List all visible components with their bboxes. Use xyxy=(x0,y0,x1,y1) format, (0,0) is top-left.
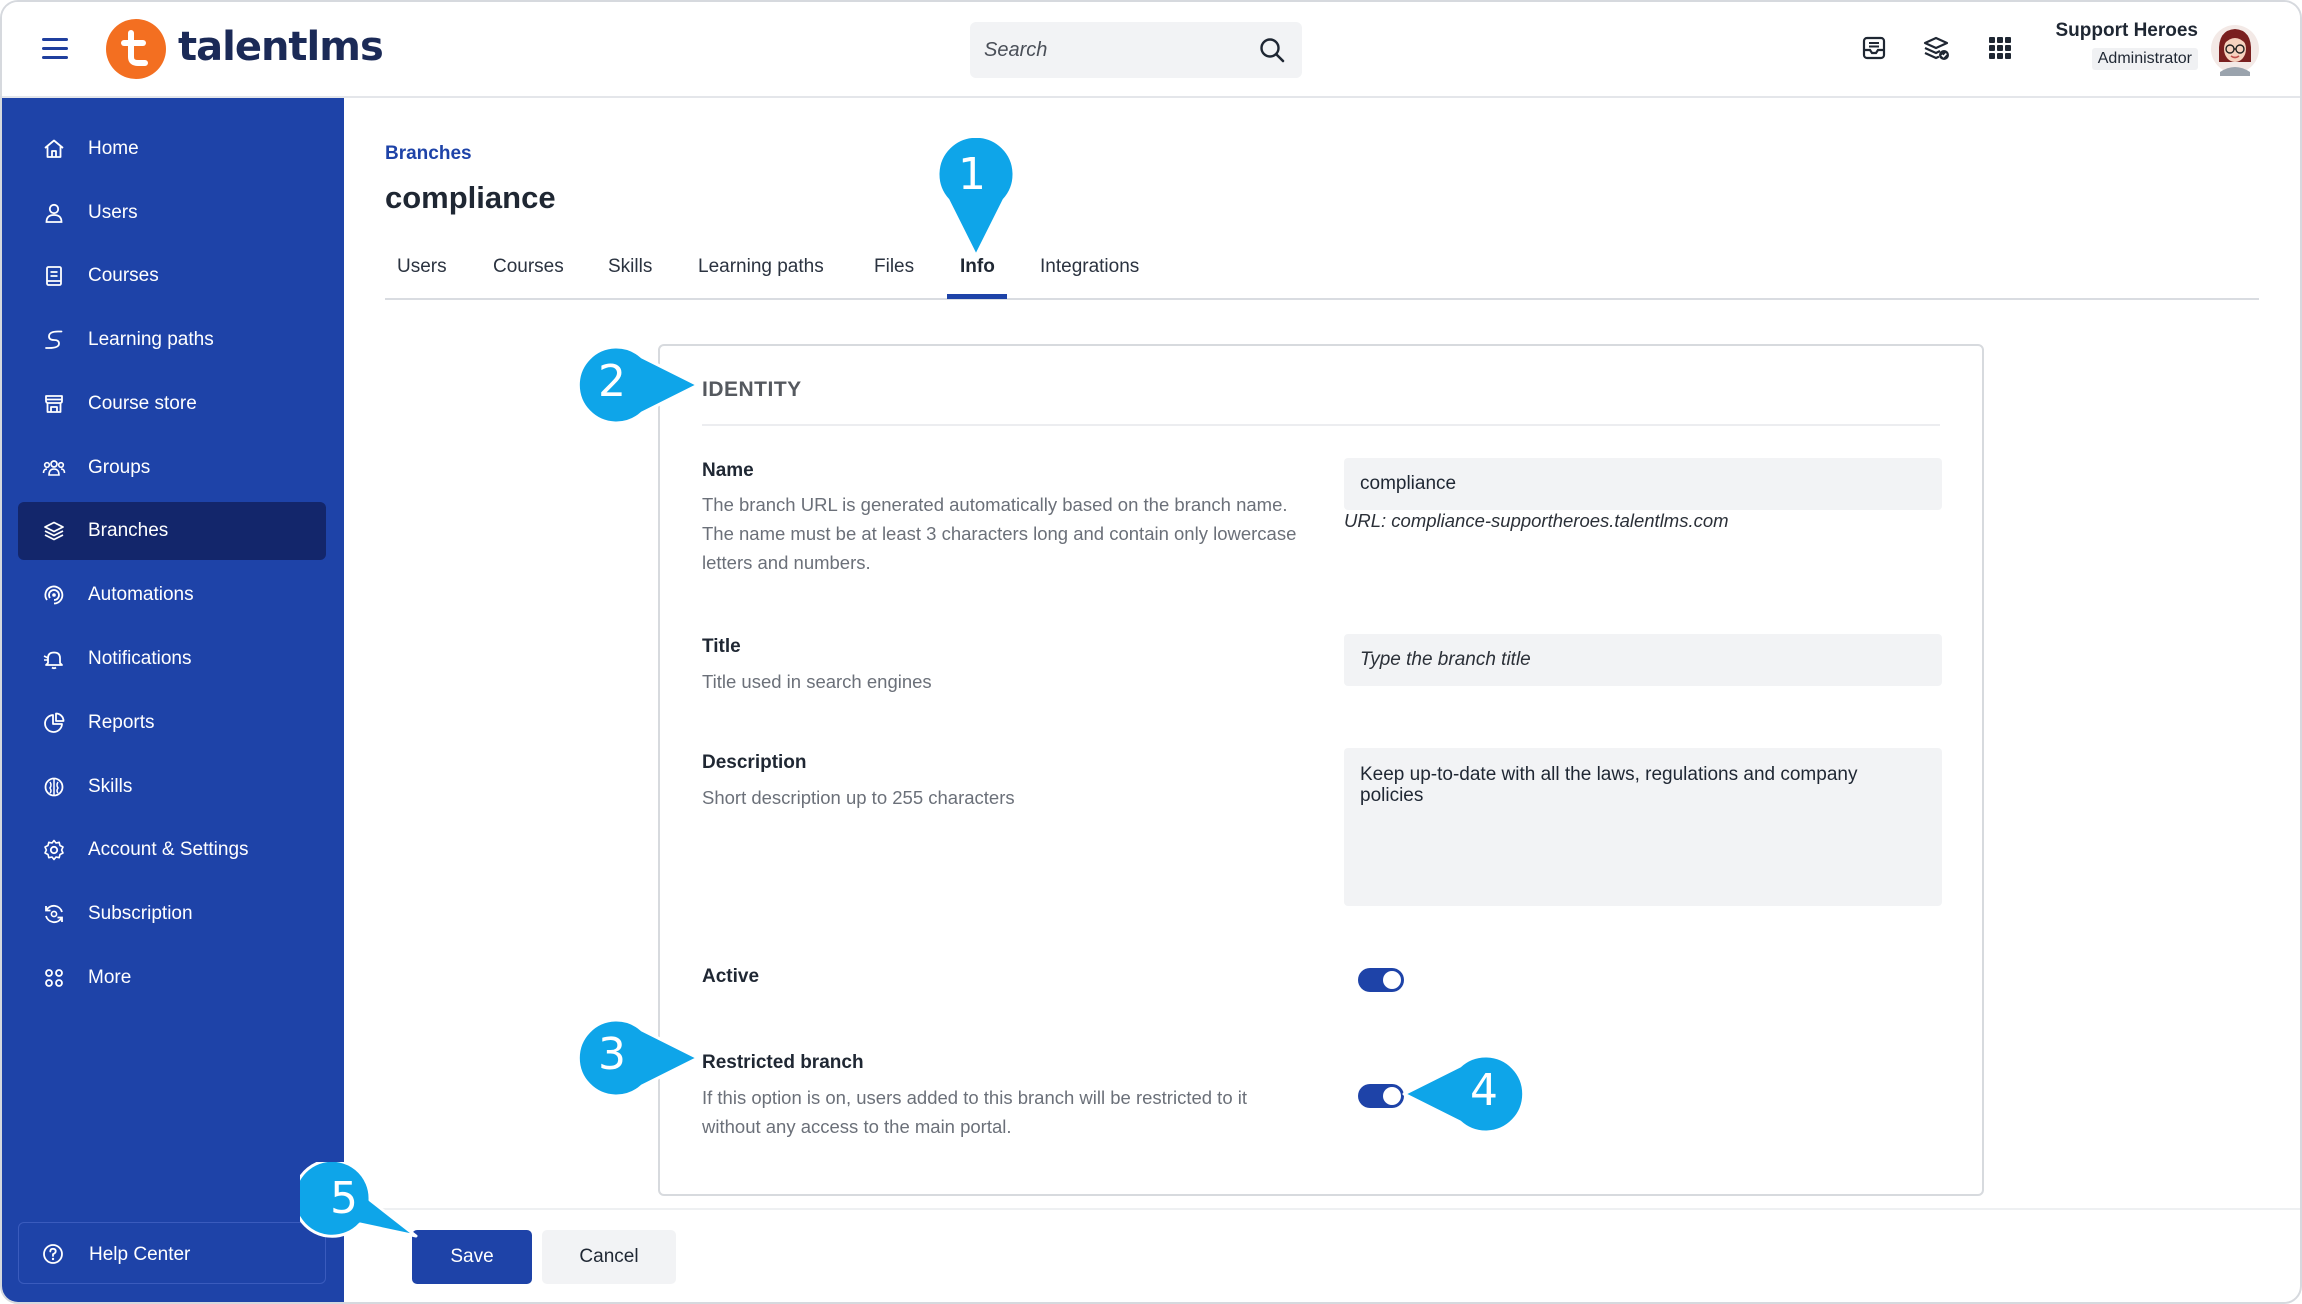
restricted-branch-label: Restricted branch xyxy=(702,1052,864,1073)
search-icon[interactable] xyxy=(1258,36,1286,64)
sidebar-item-label: Courses xyxy=(88,265,159,286)
sidebar-item-automations[interactable]: Automations xyxy=(18,566,326,624)
sidebar-item-label: Skills xyxy=(88,776,133,797)
help-center-label: Help Center xyxy=(89,1244,191,1265)
sidebar-item-account-settings[interactable]: Account & Settings xyxy=(18,821,326,879)
url-note: URL: compliance-supportheroes.talentlms.… xyxy=(1344,510,1729,531)
sidebar-item-label: Course store xyxy=(88,393,197,414)
sidebar-item-more[interactable]: More xyxy=(18,949,326,1007)
tab-bar: Users Courses Skills Learning paths File… xyxy=(385,234,2259,300)
user-icon xyxy=(45,203,63,223)
sidebar-item-label: Account & Settings xyxy=(88,839,249,860)
user-role-badge: Administrator xyxy=(2091,48,2198,70)
layers-check-icon[interactable] xyxy=(1920,32,1952,64)
active-label: Active xyxy=(702,966,760,987)
description-label: Description xyxy=(702,752,807,773)
sidebar-item-skills[interactable]: Skills xyxy=(18,758,326,816)
breadcrumb[interactable]: Branches xyxy=(385,143,472,165)
sidebar-item-label: More xyxy=(88,967,132,988)
title-field[interactable] xyxy=(1344,634,1942,686)
automations-icon xyxy=(44,585,64,605)
active-tab-indicator xyxy=(947,294,1007,299)
callout-number: 3 xyxy=(598,1029,626,1080)
restricted-branch-toggle[interactable] xyxy=(1358,1084,1404,1108)
cancel-button[interactable]: Cancel xyxy=(542,1230,676,1284)
sidebar-item-courses[interactable]: Courses xyxy=(18,247,326,305)
divider xyxy=(344,1208,2300,1210)
home-icon xyxy=(44,139,64,158)
help-center-button[interactable]: Help Center xyxy=(18,1222,326,1284)
inbox-icon[interactable] xyxy=(1858,32,1890,64)
tab-learning-paths[interactable]: Learning paths xyxy=(698,256,824,278)
sidebar-item-groups[interactable]: Groups xyxy=(18,439,326,497)
branches-icon xyxy=(44,521,64,541)
help-icon xyxy=(43,1244,63,1264)
description-field[interactable]: Keep up-to-date with all the laws, regul… xyxy=(1344,748,1942,906)
name-field[interactable] xyxy=(1344,458,1942,510)
skills-icon xyxy=(44,777,64,797)
user-name: Support Heroes xyxy=(2055,20,2198,41)
active-toggle[interactable] xyxy=(1358,968,1404,992)
sidebar-item-label: Groups xyxy=(88,457,151,478)
subscription-icon xyxy=(45,904,63,924)
name-help-text: The branch URL is generated automaticall… xyxy=(702,494,1297,573)
avatar[interactable] xyxy=(2210,22,2260,76)
section-title: IDENTITY xyxy=(702,378,802,401)
sidebar-item-label: Home xyxy=(88,138,139,159)
sidebar-item-label: Automations xyxy=(88,584,194,605)
sidebar-item-label: Branches xyxy=(88,520,169,541)
tab-courses[interactable]: Courses xyxy=(493,256,564,278)
sidebar: Home Users Courses Learning paths Course… xyxy=(2,98,344,1302)
tab-files[interactable]: Files xyxy=(874,256,914,278)
page-title: compliance xyxy=(385,180,556,215)
sidebar-item-label: Users xyxy=(88,202,138,223)
settings-icon xyxy=(44,839,64,861)
groups-icon xyxy=(42,460,66,476)
sidebar-item-learning-paths[interactable]: Learning paths xyxy=(18,311,326,369)
title-help-text: Title used in search engines xyxy=(702,671,932,692)
tab-info[interactable]: Info xyxy=(960,256,995,278)
app-window: talentlms Search Support Heroes Administ… xyxy=(0,0,2302,1304)
callout-number: 2 xyxy=(598,356,626,407)
sidebar-item-course-store[interactable]: Course store xyxy=(18,375,326,433)
sidebar-item-branches[interactable]: Branches xyxy=(18,502,326,560)
sidebar-item-home[interactable]: Home xyxy=(18,120,326,178)
sidebar-item-label: Subscription xyxy=(88,903,193,924)
sidebar-item-label: Learning paths xyxy=(88,329,214,350)
tab-skills[interactable]: Skills xyxy=(608,256,652,278)
store-icon xyxy=(45,395,63,413)
tab-users[interactable]: Users xyxy=(397,256,447,278)
name-label: Name xyxy=(702,460,754,481)
restricted-branch-help-text: If this option is on, users added to thi… xyxy=(702,1087,1248,1137)
callout-number: 5 xyxy=(330,1173,358,1224)
more-icon xyxy=(45,969,63,987)
title-label: Title xyxy=(702,636,741,657)
search-box xyxy=(970,22,1302,78)
callout-number: 4 xyxy=(1470,1065,1498,1116)
user-menu[interactable]: Support Heroes Administrator xyxy=(1992,20,2198,70)
sidebar-item-label: Reports xyxy=(88,712,155,733)
notifications-icon xyxy=(43,651,63,670)
top-bar: talentlms Search Support Heroes Administ… xyxy=(2,2,2300,98)
callout-number: 1 xyxy=(958,149,986,200)
identity-card: IDENTITY Name The branch URL is generate… xyxy=(658,344,1984,1196)
sidebar-item-notifications[interactable]: Notifications xyxy=(18,630,326,688)
learning-path-icon xyxy=(45,330,63,349)
courses-icon xyxy=(46,266,62,286)
menu-icon[interactable] xyxy=(42,38,68,60)
sidebar-item-reports[interactable]: Reports xyxy=(18,694,326,752)
search-input[interactable] xyxy=(984,34,1234,66)
reports-icon xyxy=(44,712,65,733)
logo-icon[interactable] xyxy=(106,19,166,79)
tab-integrations[interactable]: Integrations xyxy=(1040,256,1139,278)
save-button[interactable]: Save xyxy=(412,1230,532,1284)
sidebar-item-users[interactable]: Users xyxy=(18,184,326,242)
divider xyxy=(702,424,1940,426)
description-help-text: Short description up to 255 characters xyxy=(702,787,1015,808)
sidebar-item-subscription[interactable]: Subscription xyxy=(18,885,326,943)
logo-text[interactable]: talentlms xyxy=(178,24,384,70)
sidebar-item-label: Notifications xyxy=(88,648,192,669)
